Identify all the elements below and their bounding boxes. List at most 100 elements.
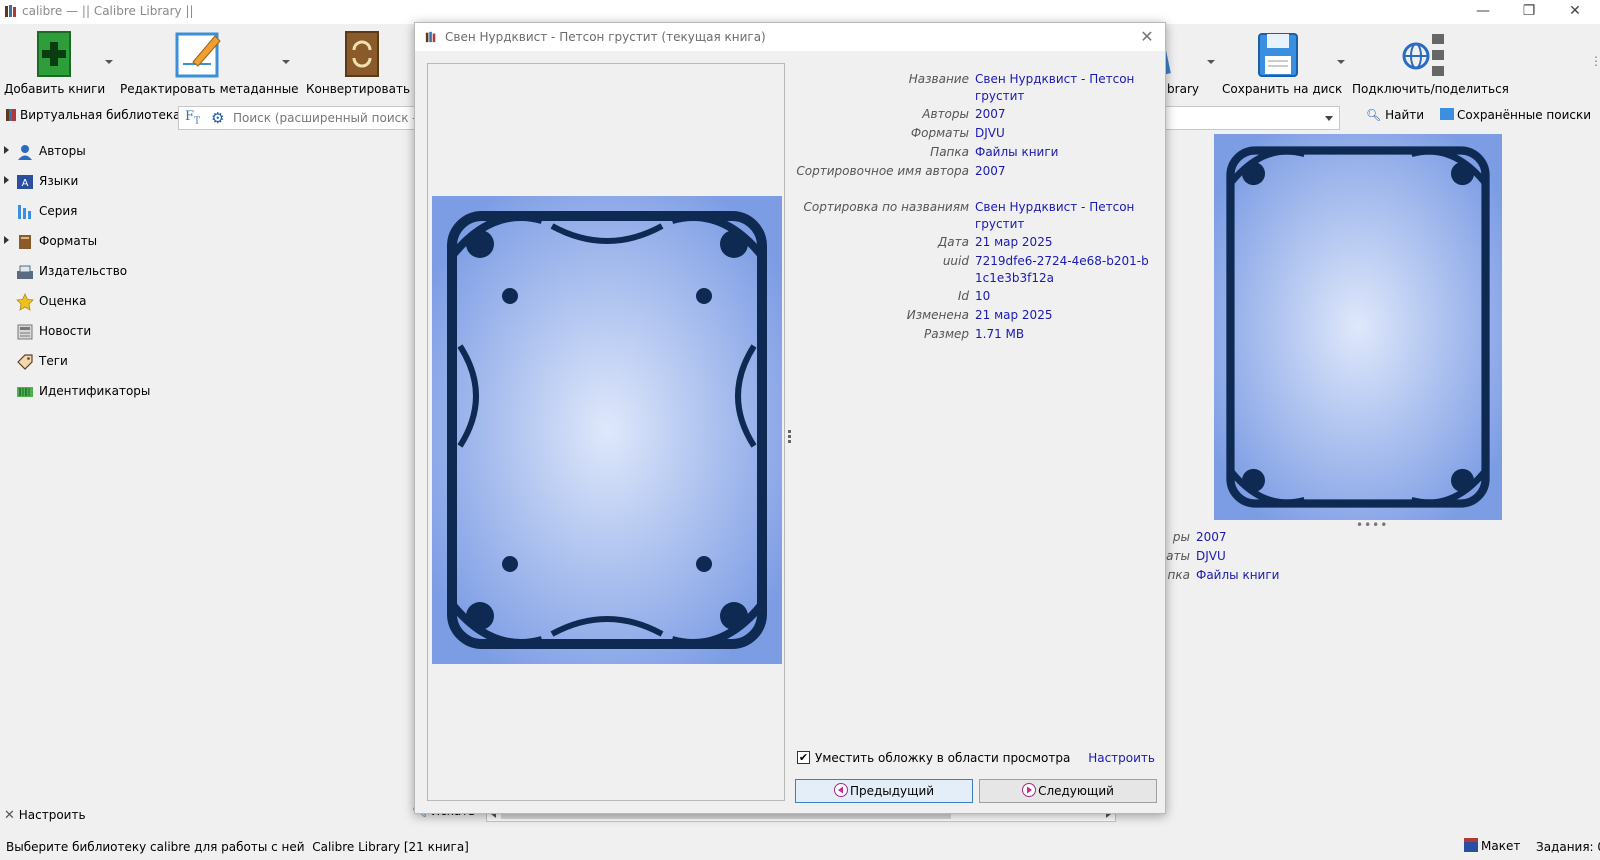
metadata-key: Размер xyxy=(923,327,969,341)
metadata-key: Название xyxy=(908,72,969,86)
find-button[interactable]: 🔍︎ Найти xyxy=(1366,108,1424,122)
convert-book-icon xyxy=(345,31,379,77)
connect-share-button[interactable]: Подключить/поделиться xyxy=(1352,28,1509,98)
cover-image xyxy=(1214,134,1502,520)
add-books-button[interactable]: Добавить книги xyxy=(4,28,105,98)
metadata-value[interactable]: 7219dfe6-2724-4e68-b201-b1c1e3b3f12a xyxy=(975,253,1155,287)
search-mode-icon[interactable]: FT xyxy=(185,109,200,127)
sidebar-item-label: Форматы xyxy=(39,234,98,248)
metadata-value[interactable]: 2007 xyxy=(975,106,1155,123)
chevron-down-icon xyxy=(1325,116,1333,121)
window-title: calibre — || Calibre Library || xyxy=(22,4,194,18)
minimize-button[interactable]: — xyxy=(1460,0,1506,24)
edit-metadata-button[interactable]: Редактировать метаданные xyxy=(120,28,299,98)
sidebar-item-label: Новости xyxy=(39,324,92,338)
metadata-value[interactable]: 10 xyxy=(975,288,1155,305)
expand-arrow-icon[interactable] xyxy=(4,176,9,184)
previous-label: Предыдущий xyxy=(849,784,935,798)
sidebar-item-label: Оценка xyxy=(39,294,87,308)
layout-button[interactable]: Макет xyxy=(1464,838,1520,853)
star-icon xyxy=(16,293,34,311)
metadata-value[interactable]: 21 мар 2025 xyxy=(975,307,1155,324)
next-arrow-icon xyxy=(1022,783,1037,797)
user-icon xyxy=(18,145,32,160)
convert-books-button[interactable]: Конвертировать кни xyxy=(306,28,437,98)
layout-icon xyxy=(1464,838,1478,852)
library-dropdown-icon[interactable] xyxy=(1207,60,1215,64)
series-icon xyxy=(18,205,31,219)
sidebar-item-label: Языки xyxy=(39,174,79,188)
edit-metadata-dropdown-icon[interactable] xyxy=(282,60,290,64)
sidebar-item-label: Авторы xyxy=(39,144,86,158)
close-window-button[interactable]: ✕ xyxy=(1552,0,1598,24)
metadata-key: Сортировочное имя автора xyxy=(796,164,969,178)
configure-tag-browser-button[interactable]: ✕ Настроить xyxy=(4,808,86,823)
book-details-dialog: Свен Нурдквист - Петсон грустит (текущая… xyxy=(414,22,1166,814)
configure-label: Настроить xyxy=(18,808,86,822)
field-value[interactable]: DJVU xyxy=(1196,549,1226,563)
status-bar: Выберите библиотеку calibre для работы с… xyxy=(0,836,1600,860)
metadata-value[interactable]: Свен Нурдквист - Петсон грустит xyxy=(975,71,1155,105)
jobs-indicator[interactable]: Задания: 0 xyxy=(1536,840,1600,854)
metadata-value[interactable]: 2007 xyxy=(975,163,1155,180)
calibre-app-icon xyxy=(5,5,16,17)
metadata-value[interactable]: DJVU xyxy=(975,125,1155,142)
tools-icon: ✕ xyxy=(4,808,15,823)
metadata-key: Папка xyxy=(930,145,969,159)
splitter-handle-icon[interactable]: •••• xyxy=(1356,518,1388,532)
news-icon xyxy=(17,324,33,340)
sidebar-item-label: Серия xyxy=(39,204,78,218)
edit-metadata-icon xyxy=(175,32,221,78)
book-icon xyxy=(19,235,31,249)
svg-text:A: A xyxy=(22,178,29,189)
add-book-icon xyxy=(37,31,71,77)
search-history-dropdown[interactable] xyxy=(1150,106,1340,130)
previous-arrow-icon xyxy=(833,783,848,797)
metadata-value[interactable]: 1.71 MB xyxy=(975,326,1155,343)
dialog-close-button[interactable]: ✕ xyxy=(1137,27,1157,47)
saved-search-icon xyxy=(1440,108,1454,120)
search-settings-gear-icon[interactable]: ⚙ xyxy=(211,109,224,127)
edit-metadata-label: Редактировать метаданные xyxy=(120,82,299,96)
metadata-key: Авторы xyxy=(922,107,969,121)
configure-link[interactable]: Настроить xyxy=(1088,751,1155,765)
metadata-value[interactable]: 21 мар 2025 xyxy=(975,234,1155,251)
saved-searches-button[interactable]: Сохранённые поиски xyxy=(1440,108,1591,122)
dialog-titlebar: Свен Нурдквист - Петсон грустит (текущая… xyxy=(415,23,1165,51)
toolbar-overflow-icon[interactable]: ⋮ xyxy=(1590,54,1600,68)
expand-arrow-icon[interactable] xyxy=(4,146,9,154)
previous-button[interactable]: Предыдущий xyxy=(795,779,973,803)
metadata-key: Сортировка по названиям xyxy=(803,200,970,214)
book-details-cover[interactable] xyxy=(1214,134,1502,520)
virtual-library-button[interactable]: Виртуальная библиотека xyxy=(6,108,180,122)
cover-preview-pane[interactable] xyxy=(427,63,785,801)
next-button[interactable]: Следующий xyxy=(979,779,1157,803)
sidebar-item-label: Теги xyxy=(39,354,68,368)
save-to-disk-dropdown-icon[interactable] xyxy=(1337,60,1345,64)
pane-splitter[interactable] xyxy=(788,428,792,452)
status-text: Выберите библиотеку calibre для работы с… xyxy=(6,840,469,854)
maximize-button[interactable]: ❐ xyxy=(1506,0,1552,24)
save-to-disk-button[interactable]: Сохранить на диск xyxy=(1222,28,1342,98)
save-disk-icon xyxy=(1258,33,1298,77)
field-value[interactable]: Файлы книги xyxy=(1196,568,1279,582)
metadata-key: Id xyxy=(957,289,969,303)
find-label: Найти xyxy=(1385,108,1425,122)
search-placeholder: Поиск (расширенный поиск - на xyxy=(233,111,436,125)
expand-arrow-icon[interactable] xyxy=(4,236,9,244)
dialog-title: Свен Нурдквист - Петсон грустит (текущая… xyxy=(445,30,766,44)
metadata-key: Форматы xyxy=(910,126,969,140)
add-books-dropdown-icon[interactable] xyxy=(105,60,113,64)
search-input[interactable]: FT ⚙ Поиск (расширенный поиск - на xyxy=(178,106,436,130)
saved-searches-label: Сохранённые поиски xyxy=(1457,108,1592,122)
fit-cover-checkbox[interactable]: ✔ xyxy=(797,751,810,764)
window-titlebar: calibre — || Calibre Library || — ❐ ✕ xyxy=(0,0,1600,24)
metadata-value[interactable]: Файлы книги xyxy=(975,144,1155,161)
convert-books-label: Конвертировать кни xyxy=(306,82,437,96)
metadata-value[interactable]: Свен Нурдквист - Петсон грустит xyxy=(975,199,1155,233)
sidebar-item-label: Издательство xyxy=(39,264,128,278)
field-value[interactable]: 2007 xyxy=(1196,530,1227,544)
network-share-icon xyxy=(1402,34,1444,76)
layout-label: Макет xyxy=(1481,839,1521,853)
virtual-library-icon xyxy=(6,109,16,121)
